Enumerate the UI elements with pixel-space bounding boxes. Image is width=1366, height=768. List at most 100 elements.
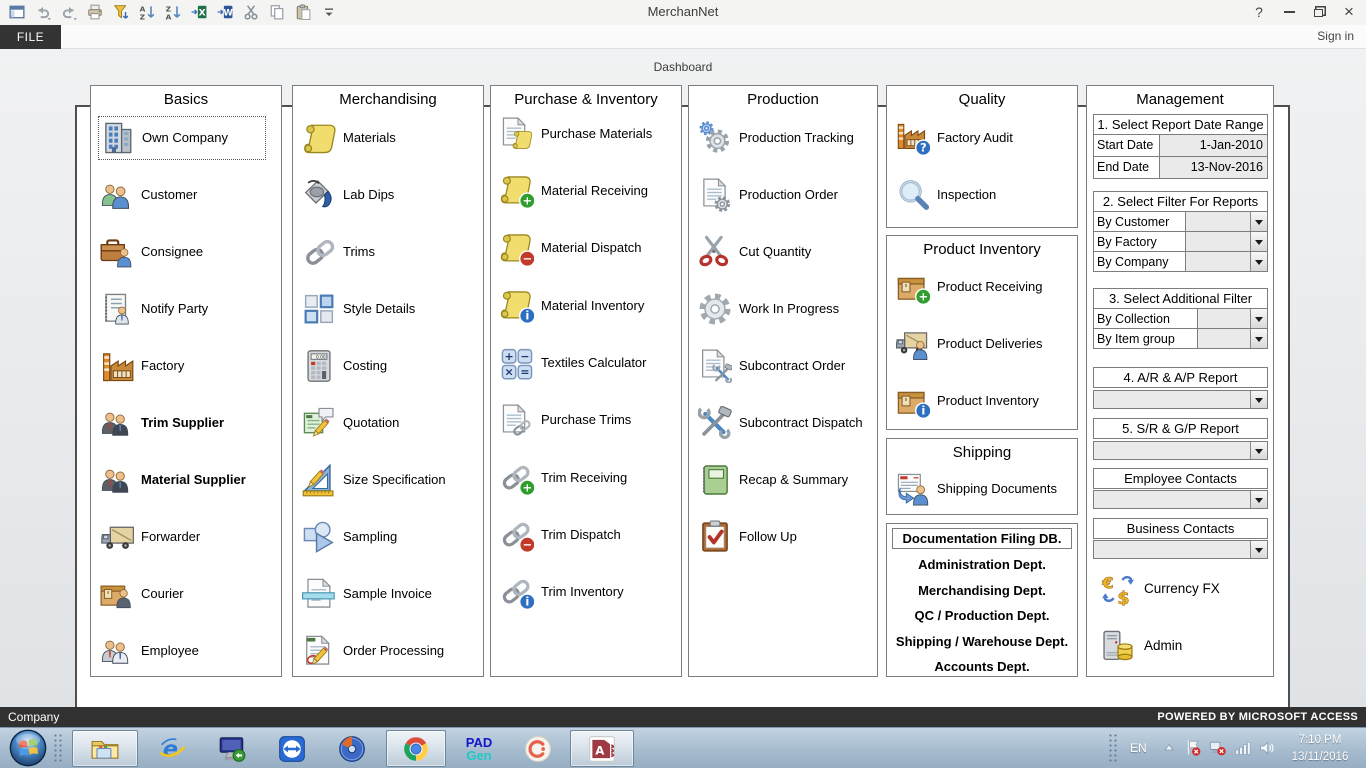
taskbar-grip[interactable] bbox=[53, 733, 64, 764]
dashboard-item-product-inventory[interactable]: iProduct Inventory bbox=[896, 379, 1039, 423]
dashboard-item-shipping-documents[interactable]: Shipping Documents bbox=[896, 467, 1057, 511]
taskbar-teamviewer-button[interactable] bbox=[266, 730, 318, 767]
restore-icon[interactable] bbox=[1304, 0, 1334, 24]
dashboard-item-courier[interactable]: Courier bbox=[100, 572, 184, 616]
by-factory-combo[interactable] bbox=[1186, 232, 1267, 251]
network-error-icon[interactable] bbox=[1209, 739, 1229, 757]
taskbar-explorer-button[interactable] bbox=[72, 730, 138, 767]
dashboard-item-materials[interactable]: Materials bbox=[302, 116, 396, 160]
dashboard-item-trim-supplier[interactable]: Trim Supplier bbox=[100, 401, 224, 445]
dashboard-item-quotation[interactable]: Quotation bbox=[302, 401, 399, 445]
panel-title: Quality bbox=[887, 91, 1077, 108]
taskbar-clock[interactable]: 7:10 PM 13/11/2016 bbox=[1280, 732, 1360, 765]
dept-administration-dept[interactable]: Administration Dept. bbox=[887, 552, 1077, 578]
dashboard-item-material-receiving[interactable]: +Material Receiving bbox=[500, 169, 648, 213]
by-company-row: By Company bbox=[1093, 252, 1268, 272]
employee-contacts-combo[interactable] bbox=[1093, 490, 1268, 509]
svg-text:=: = bbox=[520, 366, 529, 379]
item-label: Follow Up bbox=[739, 530, 797, 545]
dashboard-item-factory-audit[interactable]: ?Factory Audit bbox=[896, 116, 1013, 160]
dashboard-item-lab-dips[interactable]: Lab Dips bbox=[302, 173, 394, 217]
close-icon[interactable]: × bbox=[1334, 0, 1364, 24]
item-label: Work In Progress bbox=[739, 302, 839, 317]
by-company-combo[interactable] bbox=[1186, 252, 1267, 271]
dashboard-item-order-processing[interactable]: Order Processing bbox=[302, 629, 444, 673]
dashboard-item-material-inventory[interactable]: iMaterial Inventory bbox=[500, 284, 644, 328]
dashboard-item-subcontract-order[interactable]: Subcontract Order bbox=[698, 344, 845, 388]
taskbar-remote-desktop-button[interactable] bbox=[206, 730, 258, 767]
dashboard-item-consignee[interactable]: Consignee bbox=[100, 230, 203, 274]
dashboard-item-material-supplier[interactable]: Material Supplier bbox=[100, 458, 246, 502]
dashboard-item-product-receiving[interactable]: +Product Receiving bbox=[896, 265, 1043, 309]
dashboard-item-recap-summary[interactable]: Recap & Summary bbox=[698, 458, 848, 502]
dashboard-item-product-deliveries[interactable]: Product Deliveries bbox=[896, 322, 1043, 366]
by-customer-combo[interactable] bbox=[1186, 212, 1267, 231]
dashboard-item-trim-inventory[interactable]: iTrim Inventory bbox=[500, 570, 624, 614]
dashboard-item-trim-receiving[interactable]: +Trim Receiving bbox=[500, 456, 627, 500]
dept-shipping-warehouse-dept[interactable]: Shipping / Warehouse Dept. bbox=[887, 629, 1077, 655]
dashboard-item-sample-invoice[interactable]: Sample Invoice bbox=[302, 572, 432, 616]
dashboard-item-size-specification[interactable]: Size Specification bbox=[302, 458, 446, 502]
window-controls: ? × bbox=[1244, 0, 1364, 24]
ar-ap-report-combo[interactable] bbox=[1093, 390, 1268, 409]
panel-title: Shipping bbox=[887, 444, 1077, 461]
language-indicator[interactable]: EN bbox=[1130, 741, 1147, 755]
taskbar-ares-button[interactable] bbox=[512, 730, 564, 767]
dashboard-item-factory[interactable]: Factory bbox=[100, 344, 184, 388]
dashboard-item-sampling[interactable]: Sampling bbox=[302, 515, 397, 559]
dept-merchandising-dept[interactable]: Merchandising Dept. bbox=[887, 578, 1077, 604]
by-item-group-combo[interactable] bbox=[1198, 329, 1267, 348]
end-date-field[interactable]: 13-Nov-2016 bbox=[1160, 157, 1267, 178]
dashboard-item-own-company[interactable]: Own Company bbox=[98, 116, 266, 160]
tray-grip[interactable] bbox=[1108, 733, 1119, 764]
start-date-field[interactable]: 1-Jan-2010 bbox=[1160, 135, 1267, 156]
signal-icon[interactable] bbox=[1234, 739, 1254, 757]
dashboard-item-work-in-progress[interactable]: Work In Progress bbox=[698, 287, 839, 331]
by-collection-combo[interactable] bbox=[1198, 309, 1267, 328]
dashboard-item-inspection[interactable]: Inspection bbox=[896, 173, 996, 217]
dashboard-item-cut-quantity[interactable]: Cut Quantity bbox=[698, 230, 811, 274]
dashboard-item-forwarder[interactable]: Forwarder bbox=[100, 515, 200, 559]
item-label: Shipping Documents bbox=[937, 482, 1057, 497]
taskbar-access-button[interactable]: A bbox=[570, 730, 634, 767]
minimize-icon[interactable] bbox=[1274, 0, 1304, 24]
dashboard-item-subcontract-dispatch[interactable]: Subcontract Dispatch bbox=[698, 401, 863, 445]
section-header: 1. Select Report Date Range bbox=[1093, 114, 1268, 135]
dashboard-item-purchase-trims[interactable]: Purchase Trims bbox=[500, 399, 631, 443]
item-label: Product Deliveries bbox=[937, 337, 1043, 352]
start-button[interactable] bbox=[9, 729, 47, 767]
dashboard-item-production-tracking[interactable]: Production Tracking bbox=[698, 116, 854, 160]
dashboard-item-customer[interactable]: Customer bbox=[100, 173, 197, 217]
dashboard-item-costing[interactable]: 0.00Costing bbox=[302, 344, 387, 388]
dashboard-item-trims[interactable]: Trims bbox=[302, 230, 375, 274]
dashboard-item-production-order[interactable]: Production Order bbox=[698, 173, 838, 217]
sr-gp-report-combo[interactable] bbox=[1093, 441, 1268, 460]
dashboard-item-follow-up[interactable]: Follow Up bbox=[698, 515, 797, 559]
taskbar-chrome-button[interactable] bbox=[386, 730, 446, 767]
sign-in-link[interactable]: Sign in bbox=[1317, 29, 1354, 43]
tray-show-hidden-icon[interactable] bbox=[1160, 739, 1180, 757]
taskbar-ie-button[interactable]: e bbox=[146, 730, 198, 767]
dept-qc-production-dept[interactable]: QC / Production Dept. bbox=[887, 603, 1077, 629]
dashboard-item-purchase-materials[interactable]: Purchase Materials bbox=[500, 112, 652, 156]
taskbar-padgen-button[interactable]: PAD Gen bbox=[452, 730, 506, 767]
app-title: MerchanNet bbox=[0, 4, 1366, 19]
admin-button[interactable]: Admin bbox=[1101, 624, 1182, 668]
help-icon[interactable]: ? bbox=[1244, 0, 1274, 24]
dashboard-item-employee[interactable]: Employee bbox=[100, 629, 199, 673]
dept-accounts-dept[interactable]: Accounts Dept. bbox=[887, 654, 1077, 680]
file-tab[interactable]: FILE bbox=[0, 25, 61, 49]
dashboard-item-style-details[interactable]: Style Details bbox=[302, 287, 415, 331]
panel-quality: Quality ?Factory Audit Inspection bbox=[886, 85, 1078, 228]
dropdown-arrow-icon bbox=[1250, 329, 1267, 348]
dashboard-item-notify-party[interactable]: Notify Party bbox=[100, 287, 208, 331]
currency-fx-button[interactable]: €$ Currency FX bbox=[1101, 567, 1220, 611]
dashboard-item-material-dispatch[interactable]: −Material Dispatch bbox=[500, 227, 641, 271]
dashboard-item-trim-dispatch[interactable]: −Trim Dispatch bbox=[500, 513, 621, 557]
dashboard-item-textiles-calculator[interactable]: +−×=Textiles Calculator bbox=[500, 341, 647, 385]
taskbar-disc-button[interactable] bbox=[326, 730, 378, 767]
business-contacts-combo[interactable] bbox=[1093, 540, 1268, 559]
item-label: Textiles Calculator bbox=[541, 356, 647, 371]
speaker-icon[interactable] bbox=[1258, 739, 1278, 757]
action-center-flag-icon[interactable] bbox=[1184, 739, 1204, 757]
